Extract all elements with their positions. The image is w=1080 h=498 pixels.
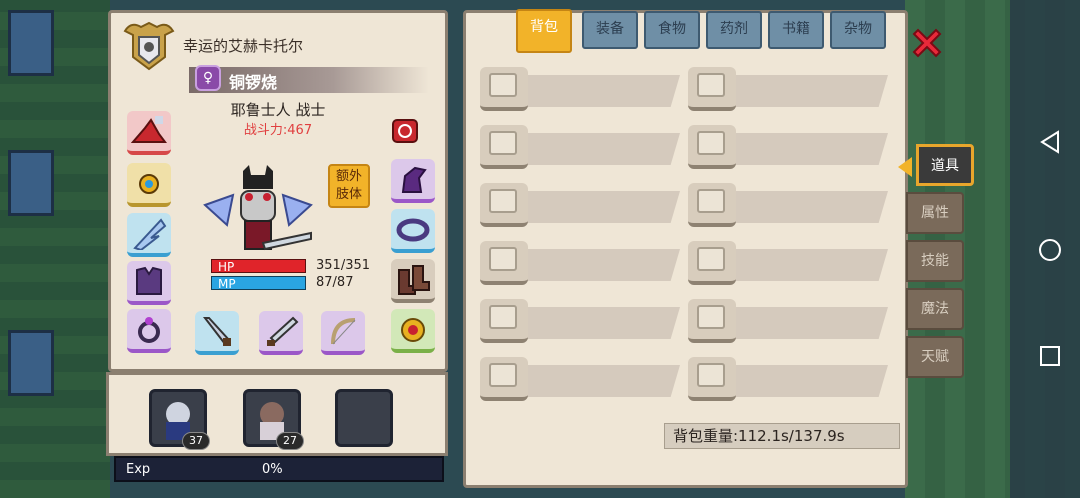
pet-level-badge: 37: [182, 432, 210, 450]
pet-title-bar: [189, 67, 429, 93]
bow-icon: [331, 318, 356, 345]
side-tab-talent[interactable]: 天赋: [906, 336, 964, 378]
character-panel: 幸运的艾赫卡托尔 ♀ 铜锣烧 耶鲁士人 战士 战斗力:467 额外肢体 HP 3…: [108, 10, 448, 372]
tab-food[interactable]: 食物: [644, 11, 700, 49]
tab-bag[interactable]: 背包: [516, 9, 572, 53]
background-left: [0, 0, 110, 498]
gold-ring-icon: [401, 318, 425, 342]
inventory-row: [480, 241, 894, 285]
side-tab-items[interactable]: 道具: [916, 144, 974, 186]
inventory-row: [480, 183, 894, 227]
equip-slot-boots[interactable]: [391, 259, 435, 303]
player-name: 幸运的艾赫卡托尔: [183, 37, 304, 55]
equip-slot-belt[interactable]: [391, 209, 435, 253]
inventory-slot[interactable]: [688, 241, 888, 285]
exp-label: Exp: [126, 462, 151, 477]
extra-limb-button[interactable]: 额外肢体: [328, 164, 370, 208]
wizard-hat-icon: [131, 116, 167, 143]
home-icon[interactable]: [1036, 236, 1064, 264]
inventory-slot[interactable]: [688, 67, 888, 111]
mp-bar: MP: [211, 276, 306, 291]
inventory-slot[interactable]: [480, 125, 680, 169]
hero-sprite: [203, 165, 313, 251]
side-tab-magic[interactable]: 魔法: [906, 288, 964, 330]
inventory-slot[interactable]: [480, 183, 680, 227]
equip-slot-accessory[interactable]: [391, 309, 435, 353]
inventory-slot[interactable]: [480, 67, 680, 111]
exp-bar: Exp 0%: [114, 456, 444, 482]
ring-icon: [138, 317, 160, 343]
equip-slot-back[interactable]: [127, 213, 171, 257]
extra-limb-label: 额外肢体: [335, 169, 362, 202]
hp-value: 351/351: [316, 258, 371, 273]
tab-potion[interactable]: 药剂: [706, 11, 762, 49]
equip-slot-extra-arm[interactable]: [391, 159, 435, 203]
inventory-slot[interactable]: [480, 241, 680, 285]
sword-icon: [202, 317, 231, 346]
belt-icon: [396, 218, 430, 242]
inventory-slot[interactable]: [688, 357, 888, 401]
back-icon[interactable]: [1036, 128, 1064, 156]
inventory-slot[interactable]: [688, 183, 888, 227]
inventory-row: [480, 357, 894, 401]
companion-name: 铜锣烧: [229, 73, 278, 92]
inventory-slot[interactable]: [480, 357, 680, 401]
equip-slot-neck[interactable]: [127, 163, 171, 207]
female-icon: ♀: [195, 65, 221, 91]
inventory-panel: 背包 装备 食物 药剂 书籍 杂物 背包重量:112.1s/137.9s: [463, 9, 908, 488]
amulet-icon: [139, 174, 159, 194]
pet-slot-1[interactable]: 37: [149, 389, 210, 450]
mp-label: MP: [218, 277, 236, 291]
red-emblem-icon: [392, 119, 418, 143]
equip-slot-weapon-main[interactable]: [195, 311, 239, 355]
claw-icon: [401, 166, 427, 193]
hp-label: HP: [218, 260, 235, 274]
pet-slot-3-empty[interactable]: [335, 389, 393, 447]
tab-misc[interactable]: 杂物: [830, 11, 886, 49]
equip-slot-badge[interactable]: [385, 111, 425, 151]
equip-slot-head[interactable]: [127, 111, 171, 155]
background-tower: [8, 150, 54, 216]
pet-panel: 37 27: [106, 372, 448, 456]
exp-value: 0%: [262, 462, 283, 477]
inventory-slot[interactable]: [688, 299, 888, 343]
hp-bar: HP: [211, 259, 306, 274]
dagger-icon: [267, 316, 299, 346]
inventory-slot[interactable]: [480, 299, 680, 343]
guild-emblem-icon: [123, 21, 175, 71]
tab-books[interactable]: 书籍: [768, 11, 824, 49]
bag-weight: 背包重量:112.1s/137.9s: [664, 423, 900, 449]
pet-level-badge: 27: [276, 432, 304, 450]
inventory-row: [480, 67, 894, 111]
pet-slot-2[interactable]: 27: [243, 389, 304, 450]
wing-icon: [133, 218, 167, 250]
inventory-slot[interactable]: [688, 125, 888, 169]
background-tower: [8, 330, 54, 396]
recents-icon[interactable]: [1036, 342, 1064, 370]
equip-slot-armor[interactable]: [127, 261, 171, 305]
side-tab-skills[interactable]: 技能: [906, 240, 964, 282]
boots-icon: [398, 265, 430, 295]
tab-equipment[interactable]: 装备: [582, 11, 638, 49]
equip-slot-weapon-off[interactable]: [259, 311, 303, 355]
background-tower: [8, 10, 54, 76]
inventory-row: [480, 299, 894, 343]
armor-icon: [136, 266, 162, 295]
inventory-row: [480, 125, 894, 169]
mp-value: 87/87: [316, 275, 354, 290]
side-tab-attributes[interactable]: 属性: [906, 192, 964, 234]
close-icon[interactable]: [910, 26, 944, 60]
side-tab-arrow-icon: [898, 157, 912, 177]
equip-slot-ring[interactable]: [127, 309, 171, 353]
equip-slot-ranged[interactable]: [321, 311, 365, 355]
